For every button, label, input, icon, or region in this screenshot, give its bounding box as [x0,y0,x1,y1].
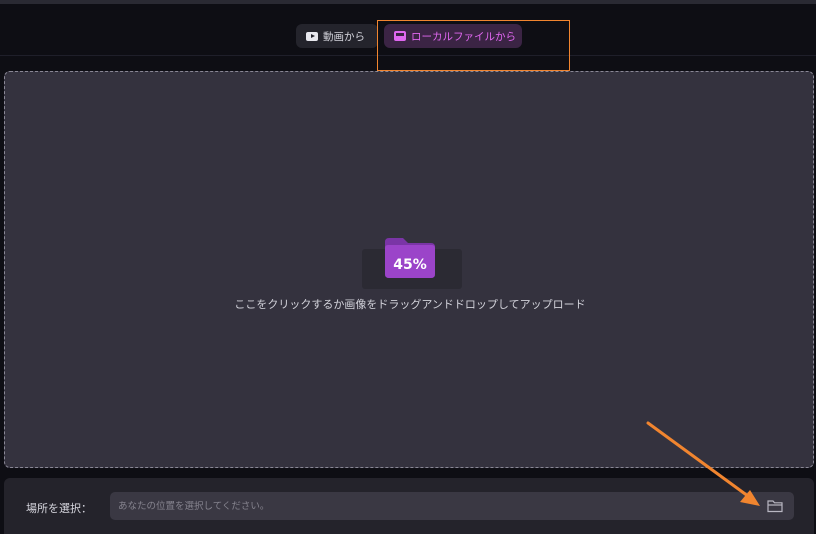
tab-from-video-label: 動画から [323,30,365,43]
youtube-icon [306,31,318,41]
tab-from-video[interactable]: 動画から [296,24,378,48]
annotation-highlight-box [377,20,570,71]
upload-drop-zone[interactable]: 45% ここをクリックするか画像をドラッグアンドドロップしてアップロード [4,71,814,468]
source-tabs: 動画から ローカルファイルから [0,4,816,71]
upload-instruction: ここをクリックするか画像をドラッグアンドドロップしてアップロード [234,298,586,311]
location-label: 場所を選択： [26,502,92,515]
location-bar: 場所を選択： [4,478,814,534]
upload-progress-percent: 45% [393,257,427,273]
location-input[interactable] [110,492,794,520]
folder-open-icon[interactable] [766,498,784,514]
